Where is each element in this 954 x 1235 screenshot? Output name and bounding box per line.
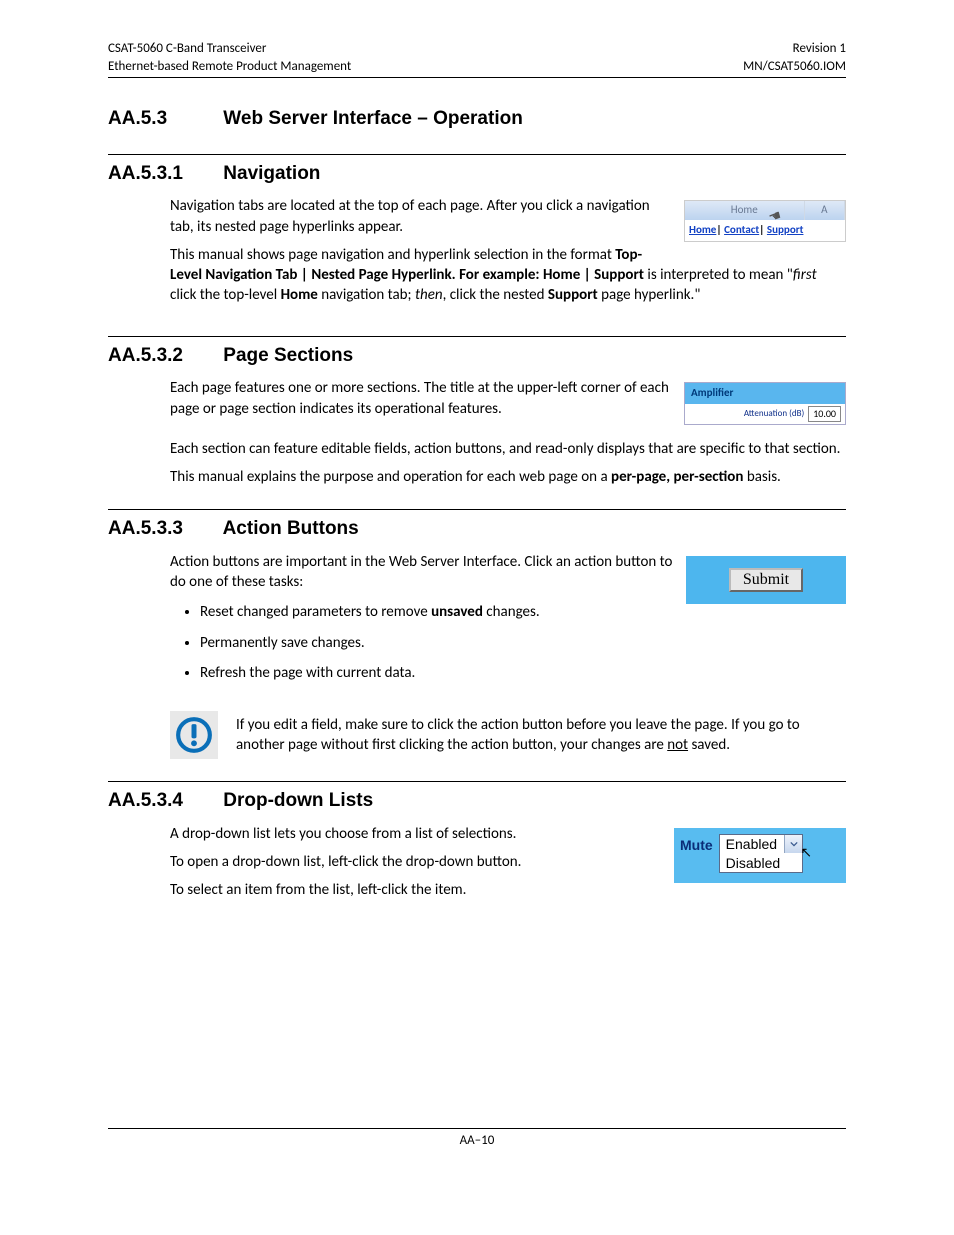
heading-page-sections: AA.5.3.2 Page Sections	[108, 336, 846, 369]
fig-amp-value: 10.00	[808, 406, 841, 422]
hdr-right-1: Revision 1	[743, 40, 846, 58]
heading-dropdown-lists: AA.5.3.4 Drop-down Lists	[108, 781, 846, 814]
nav-p2: This manual shows page navigation and hy…	[170, 245, 846, 306]
ps-p3: This manual explains the purpose and ope…	[170, 467, 846, 487]
cursor-arrow-icon: ↖	[800, 843, 812, 862]
fig-link-home: Home	[689, 223, 716, 236]
hdr-right-2: MN/CSAT5060.IOM	[743, 58, 846, 76]
heading-ps-title: Page Sections	[223, 345, 353, 366]
fig-amp-header: Amplifier	[685, 383, 845, 404]
hdr-left-1: CSAT-5060 C-Band Transceiver	[108, 40, 351, 58]
ab-list: Reset changed parameters to remove unsav…	[200, 602, 846, 683]
ab-li2: Permanently save changes.	[200, 633, 846, 653]
hdr-left-2: Ethernet-based Remote Product Management	[108, 58, 351, 76]
heading-main-num: AA.5.3	[108, 106, 218, 132]
ps-p2: Each section can feature editable fields…	[170, 439, 846, 459]
figure-mute-dropdown: Mute Enabled Disabled ↖	[674, 828, 846, 884]
heading-main-title: Web Server Interface – Operation	[223, 108, 523, 129]
figure-amplifier-section: Amplifier Attenuation (dB) 10.00	[684, 382, 846, 424]
fig-tab-a: A	[805, 201, 846, 220]
heading-main: AA.5.3 Web Server Interface – Operation	[108, 106, 846, 132]
heading-nav-num: AA.5.3.1	[108, 161, 218, 187]
page-footer: AA–10	[108, 1128, 846, 1150]
ab-li3: Refresh the page with current data.	[200, 663, 846, 683]
fig-amp-label: Attenuation (dB)	[744, 408, 804, 420]
page-header: CSAT-5060 C-Band Transceiver Ethernet-ba…	[108, 40, 846, 78]
fig-link-contact: Contact	[724, 223, 759, 236]
figure-submit-button: Submit	[686, 556, 846, 604]
warning-note: If you edit a field, make sure to click …	[170, 711, 846, 759]
fig-mute-label: Mute	[680, 834, 713, 874]
figure-nav-tabs: Home ☚ A Home| Contact| Support	[684, 200, 846, 242]
heading-dd-num: AA.5.3.4	[108, 788, 218, 814]
heading-ab-num: AA.5.3.3	[108, 516, 218, 542]
warning-icon	[170, 711, 218, 759]
fig-mute-opt-disabled: Disabled	[720, 854, 802, 873]
heading-ps-num: AA.5.3.2	[108, 343, 218, 369]
warning-text: If you edit a field, make sure to click …	[236, 715, 846, 756]
heading-ab-title: Action Buttons	[223, 518, 359, 539]
heading-dd-title: Drop-down Lists	[223, 790, 373, 811]
fig-submit-button: Submit	[729, 568, 803, 592]
fig-tab-home: Home ☚	[685, 201, 805, 220]
heading-action-buttons: AA.5.3.3 Action Buttons	[108, 509, 846, 542]
heading-navigation: AA.5.3.1 Navigation	[108, 154, 846, 187]
ab-li1: Reset changed parameters to remove unsav…	[200, 602, 846, 622]
fig-mute-dropdown: Enabled Disabled ↖	[719, 834, 803, 874]
heading-nav-title: Navigation	[223, 163, 320, 184]
